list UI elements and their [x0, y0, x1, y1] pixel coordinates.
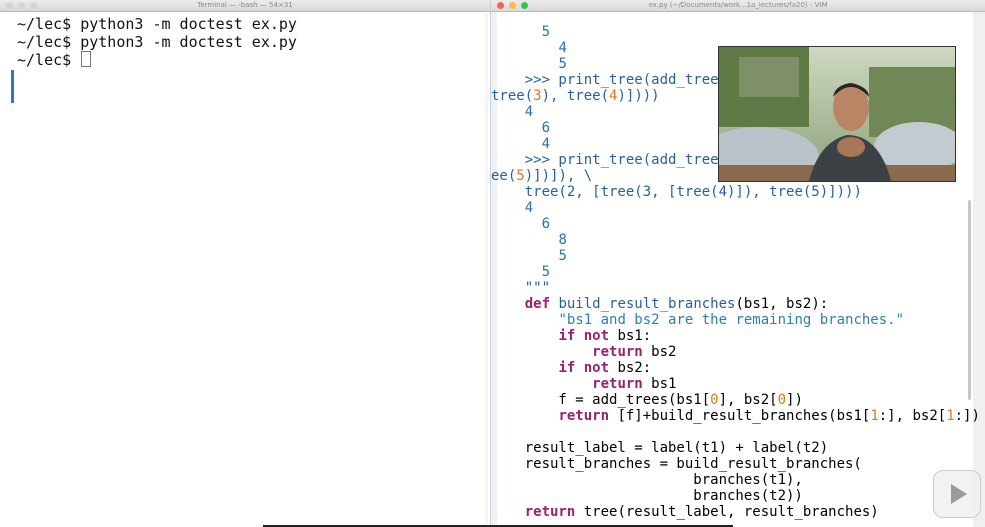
code-line: result_label = label(t1) + label(t2)	[491, 440, 829, 456]
code-line: 8	[558, 232, 567, 248]
play-icon	[951, 484, 967, 504]
vim-scrollbar[interactable]	[968, 200, 971, 400]
shell-command	[71, 51, 80, 69]
terminal-titlebar[interactable]: Terminal — -bash — 54×31	[0, 0, 490, 12]
shell-prompt: ~/lec$	[17, 33, 72, 51]
webcam-overlay[interactable]	[718, 46, 956, 182]
terminal-marker	[11, 70, 14, 103]
code-line: return bs2	[592, 344, 677, 360]
window-controls	[497, 2, 528, 9]
code-line: def build_result_branches(bs1, bs2):	[524, 296, 829, 312]
vim-titlebar[interactable]: ex.py (~/Documents/work...1a_lectures/fa…	[491, 0, 985, 12]
shell-prompt: ~/lec$	[17, 51, 72, 69]
code-line: 4	[524, 200, 534, 216]
code-line: 5	[558, 248, 567, 264]
window-controls	[6, 2, 37, 9]
terminal-title: Terminal — -bash — 54×31	[197, 1, 293, 9]
close-icon[interactable]	[6, 2, 13, 9]
code-line: return tree(result_label, result_branche…	[524, 504, 879, 520]
terminal-scrollbar[interactable]	[485, 14, 488, 524]
terminal-line: ~/lec$ python3 -m doctest ex.py	[17, 15, 490, 33]
shell-command: python3 -m doctest ex.py	[71, 33, 297, 51]
play-button[interactable]	[933, 470, 981, 518]
code-line: return [f]+build_result_branches(bs1[1:]…	[558, 408, 980, 424]
terminal-line: ~/lec$	[17, 51, 490, 69]
zoom-icon[interactable]	[30, 2, 37, 9]
code-line: result_branches = build_result_branches(	[491, 456, 862, 472]
terminal-content[interactable]: ~/lec$ python3 -m doctest ex.py ~/lec$ p…	[0, 12, 490, 69]
webcam-image	[719, 47, 955, 181]
zoom-icon[interactable]	[521, 2, 528, 9]
minimize-icon[interactable]	[18, 2, 25, 9]
code-line: f = add_trees(bs1[0], bs2[0])	[491, 392, 803, 408]
code-line: branches(t2))	[491, 488, 803, 504]
minimize-icon[interactable]	[509, 2, 516, 9]
code-line: """	[524, 280, 551, 296]
code-line: tree(2, [tree(3, [tree(4)]), tree(5)])))	[524, 184, 862, 200]
terminal-line: ~/lec$ python3 -m doctest ex.py	[17, 33, 490, 51]
code-line: "bs1 and bs2 are the remaining branches.…	[558, 312, 905, 328]
vim-title: ex.py (~/Documents/work...1a_lectures/fa…	[648, 1, 828, 9]
shell-command: python3 -m doctest ex.py	[71, 15, 297, 33]
code-line: 5	[541, 264, 551, 280]
text-cursor	[81, 51, 92, 67]
shell-prompt: ~/lec$	[17, 15, 72, 33]
code-line: return bs1	[592, 376, 677, 392]
code-line: branches(t1),	[491, 472, 803, 488]
code-line: if not bs1:	[558, 328, 652, 344]
code-line: 6	[541, 216, 551, 232]
code-line: if not bs2:	[558, 360, 652, 376]
close-icon[interactable]	[497, 2, 504, 9]
terminal-window[interactable]: Terminal — -bash — 54×31 ~/lec$ python3 …	[0, 0, 491, 527]
code-line: 5	[541, 24, 551, 40]
